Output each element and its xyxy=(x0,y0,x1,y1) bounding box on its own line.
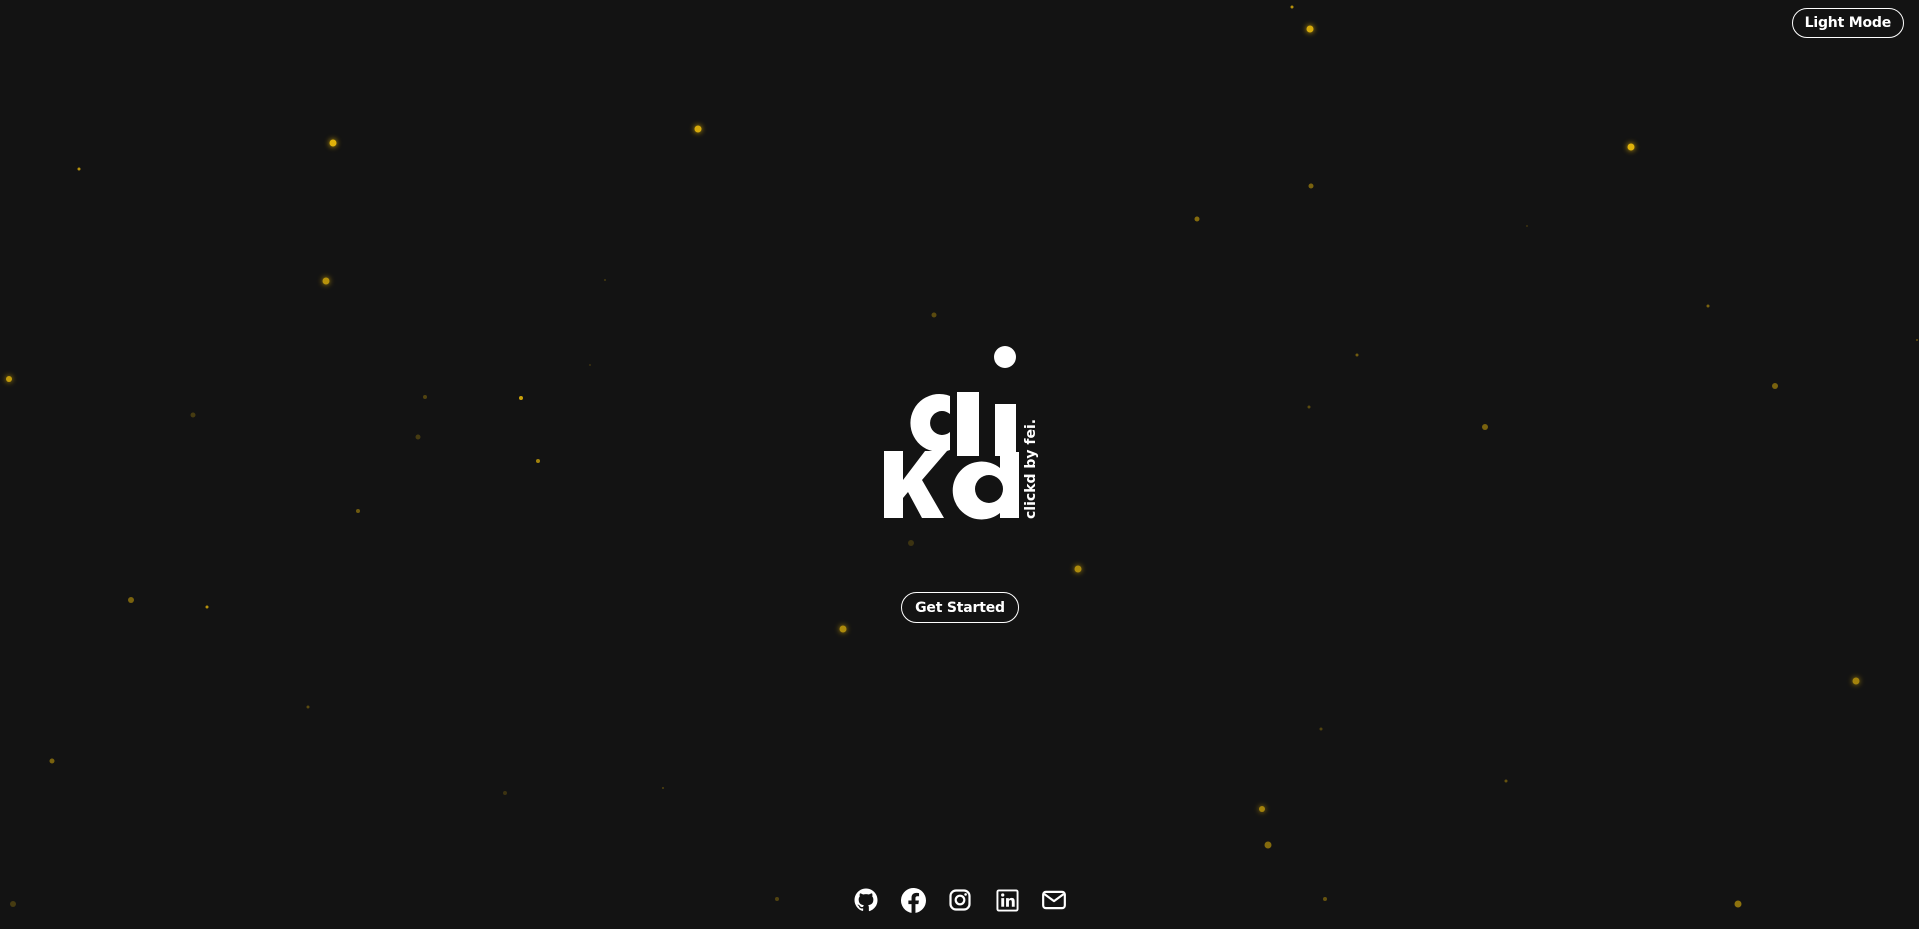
social-links xyxy=(853,887,1067,913)
particle-dot xyxy=(190,412,196,418)
mail-icon xyxy=(1042,890,1066,910)
clickd-logo-mark: clickd by fei. xyxy=(884,346,1039,520)
particle-dot xyxy=(931,312,937,318)
particle-dot xyxy=(1307,405,1311,409)
particle-dot xyxy=(775,897,779,901)
particle-dot xyxy=(10,901,16,907)
particle-dot xyxy=(1504,779,1508,783)
particle-dot xyxy=(1706,304,1710,308)
logo-letter-k xyxy=(884,451,947,518)
github-icon xyxy=(854,888,878,912)
particle-dot xyxy=(1852,677,1860,685)
particle-dot xyxy=(503,791,507,795)
particle-dot xyxy=(1290,5,1294,9)
particle-dot xyxy=(1306,25,1314,33)
clickd-logo: clickd by fei. xyxy=(878,340,1048,525)
particle-dot xyxy=(1482,424,1488,430)
particle-dot xyxy=(356,509,360,513)
github-link[interactable] xyxy=(853,887,879,913)
particle-dot xyxy=(662,787,664,789)
linkedin-icon xyxy=(995,888,1019,912)
particle-dot xyxy=(306,705,310,709)
particle-dot xyxy=(1308,183,1314,189)
particle-dot xyxy=(519,396,523,400)
facebook-link[interactable] xyxy=(900,887,926,913)
light-mode-toggle-button[interactable]: Light Mode xyxy=(1791,8,1904,38)
particle-dot xyxy=(694,125,702,133)
particle-dot xyxy=(415,434,421,440)
particle-dot xyxy=(329,139,337,147)
get-started-button[interactable]: Get Started xyxy=(901,592,1019,623)
particle-dot xyxy=(1627,143,1635,151)
particle-dot xyxy=(1074,565,1082,573)
particle-dot xyxy=(839,625,847,633)
particle-dot xyxy=(1355,353,1359,357)
particle-dot xyxy=(1916,339,1918,341)
particle-dot xyxy=(1194,216,1200,222)
instagram-link[interactable] xyxy=(947,887,973,913)
particle-dot xyxy=(1264,841,1272,849)
particle-dot xyxy=(536,459,540,463)
logo-letter-l xyxy=(957,392,979,456)
landing-page: Light Mode clickd by fei. Get Started xyxy=(0,0,1919,929)
particle-dot xyxy=(1259,806,1265,812)
particle-dot xyxy=(423,395,427,399)
particle-dot xyxy=(589,364,591,366)
particle-dot xyxy=(1772,383,1778,389)
particle-dot xyxy=(205,605,209,609)
logo-letter-i xyxy=(995,404,1016,456)
logo-tagline: clickd by fei. xyxy=(1023,419,1039,519)
particle-dot xyxy=(1323,897,1327,901)
particle-dot xyxy=(77,167,81,171)
particle-dot xyxy=(1526,225,1528,227)
particle-dot xyxy=(322,277,330,285)
mail-link[interactable] xyxy=(1041,887,1067,913)
particle-dot xyxy=(128,597,134,603)
particle-dot xyxy=(49,758,55,764)
logo-letter-c xyxy=(910,394,950,452)
particle-dot xyxy=(6,376,12,382)
particle-dot xyxy=(908,540,914,546)
particle-dot xyxy=(604,279,606,281)
linkedin-link[interactable] xyxy=(994,887,1020,913)
instagram-icon xyxy=(949,889,971,911)
particle-dot xyxy=(1319,727,1323,731)
particle-dot xyxy=(1734,900,1742,908)
facebook-icon xyxy=(900,887,926,913)
logo-letter-d xyxy=(952,452,1019,520)
logo-letter-i-dot xyxy=(994,346,1016,368)
